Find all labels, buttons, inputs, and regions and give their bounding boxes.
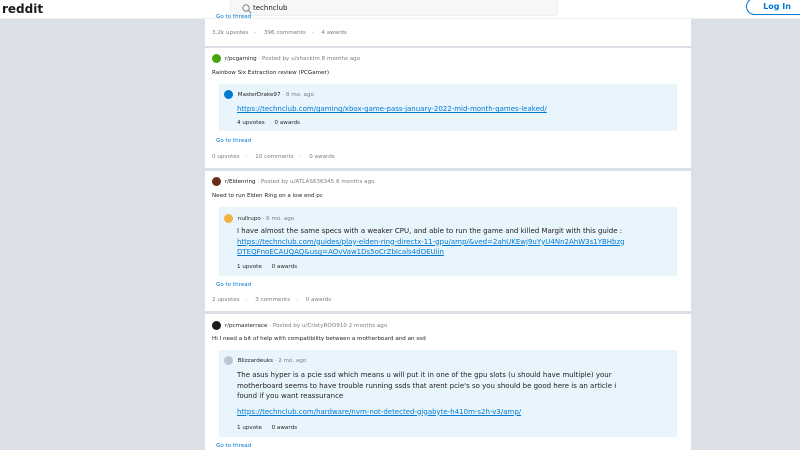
go-to-thread-link[interactable]: Go to thread [216, 443, 251, 449]
subreddit-icon [212, 177, 221, 186]
award-count: 0 awards [305, 297, 332, 303]
comment-count[interactable]: 10 comments [255, 154, 293, 160]
go-to-thread-link[interactable]: Go to thread [216, 282, 251, 288]
comment-stats: 1 upvote 0 awards [237, 264, 305, 270]
avatar [224, 90, 233, 99]
award-count: 4 awards [321, 30, 347, 36]
comment-count[interactable]: 3 comments [255, 297, 290, 303]
comment-author[interactable]: MasterDrake97 [238, 92, 281, 98]
comment-body: The asus hyper is a pcie ssd which means… [237, 370, 627, 417]
comment-author[interactable]: nullrupo [238, 216, 261, 222]
avatar [224, 356, 233, 365]
results-column: Go to thread 3.2k upvotes · 396 comments ·… [205, 0, 691, 450]
comment-box[interactable]: MasterDrake97 · 8 mo. ago https://technc… [219, 84, 677, 131]
comment-header: nullrupo · 6 mo. ago [224, 214, 294, 223]
comment-box[interactable]: Blizzardeuks · 2 mo. ago The asus hyper … [219, 350, 677, 437]
comment-upvotes: 1 upvote [237, 425, 262, 431]
comment-link[interactable]: https://technclub.com/guides/play-elden-… [237, 237, 627, 258]
subreddit-icon [212, 321, 221, 330]
upvote-count: 2 upvotes [212, 297, 240, 303]
comment-age: 6 mo. ago [266, 216, 295, 222]
comment-header: MasterDrake97 · 8 mo. ago [224, 90, 314, 99]
posted-by: Posted by u/ATLAS636345 6 months ago [260, 179, 375, 185]
post-title[interactable]: Need to run Elden Ring on a low end pc [212, 193, 323, 199]
comment-awards: 0 awards [271, 425, 298, 431]
comment-upvotes: 1 upvote [237, 264, 262, 270]
post-title[interactable]: Rainbow Six Extraction review (PCGamer) [212, 70, 329, 76]
comment-awards: 0 awards [271, 264, 298, 270]
comment-count[interactable]: 396 comments [264, 30, 306, 36]
post-title[interactable]: Hi I need a bit of help with compatibili… [212, 336, 426, 342]
avatar [224, 214, 233, 223]
comment-link[interactable]: https://technclub.com/gaming/xbox-game-p… [237, 105, 547, 113]
post-stats: 3.2k upvotes · 396 comments · 4 awards [212, 30, 347, 36]
upvote-count: 3.2k upvotes [212, 30, 249, 36]
comment-body: I have almost the same specs with a weak… [237, 226, 627, 258]
post-card: r/pcmasterrace · Posted by u/CristyROO91… [205, 314, 691, 450]
go-to-thread-link[interactable]: Go to thread [216, 138, 251, 144]
posted-by: Posted by u/shackim 8 months ago [262, 56, 361, 62]
comment-author[interactable]: Blizzardeuks [238, 358, 273, 364]
post-card: Go to thread 3.2k upvotes · 396 comments ·… [205, 14, 691, 47]
comment-link[interactable]: https://technclub.com/hardware/nvm-not-d… [237, 407, 627, 418]
comment-age: 2 mo. ago [278, 358, 307, 364]
comment-text: I have almost the same specs with a weak… [237, 227, 623, 235]
comment-stats: 1 upvote 0 awards [237, 425, 305, 431]
subreddit-link[interactable]: r/pcmasterrace [225, 323, 268, 329]
comment-box[interactable]: nullrupo · 6 mo. ago I have almost the s… [219, 207, 677, 276]
post-stats: 0 upvotes · 10 comments · 0 awards [212, 154, 335, 160]
comment-text: The asus hyper is a pcie ssd which means… [237, 371, 617, 400]
comment-age: 8 mo. ago [285, 92, 314, 98]
post-stats: 2 upvotes · 3 comments · 0 awards [212, 297, 332, 303]
comment-body: https://technclub.com/gaming/xbox-game-p… [237, 104, 627, 115]
comment-stats: 4 upvotes 0 awards [237, 120, 308, 126]
posted-by: Posted by u/CristyROO910 2 months ago [272, 323, 388, 329]
go-to-thread-link[interactable]: Go to thread [216, 14, 251, 20]
post-header: r/Eldenring · Posted by u/ATLAS636345 6 … [212, 177, 375, 186]
subreddit-link[interactable]: r/Eldenring [225, 179, 256, 185]
subreddit-link[interactable]: r/pcgaming [225, 56, 257, 62]
reddit-logo[interactable]: reddit [2, 2, 43, 16]
award-count: 0 awards [309, 154, 335, 160]
upvote-count: 0 upvotes [212, 154, 240, 160]
login-button[interactable]: Log In [746, 0, 800, 15]
subreddit-icon [212, 54, 221, 63]
post-header: r/pcmasterrace · Posted by u/CristyROO91… [212, 321, 387, 330]
post-header: r/pcgaming · Posted by u/shackim 8 month… [212, 54, 360, 63]
comment-header: Blizzardeuks · 2 mo. ago [224, 356, 306, 365]
comment-upvotes: 4 upvotes [237, 120, 265, 126]
post-card: r/pcgaming · Posted by u/shackim 8 month… [205, 48, 691, 169]
post-card: r/Eldenring · Posted by u/ATLAS636345 6 … [205, 171, 691, 312]
comment-awards: 0 awards [274, 120, 300, 126]
